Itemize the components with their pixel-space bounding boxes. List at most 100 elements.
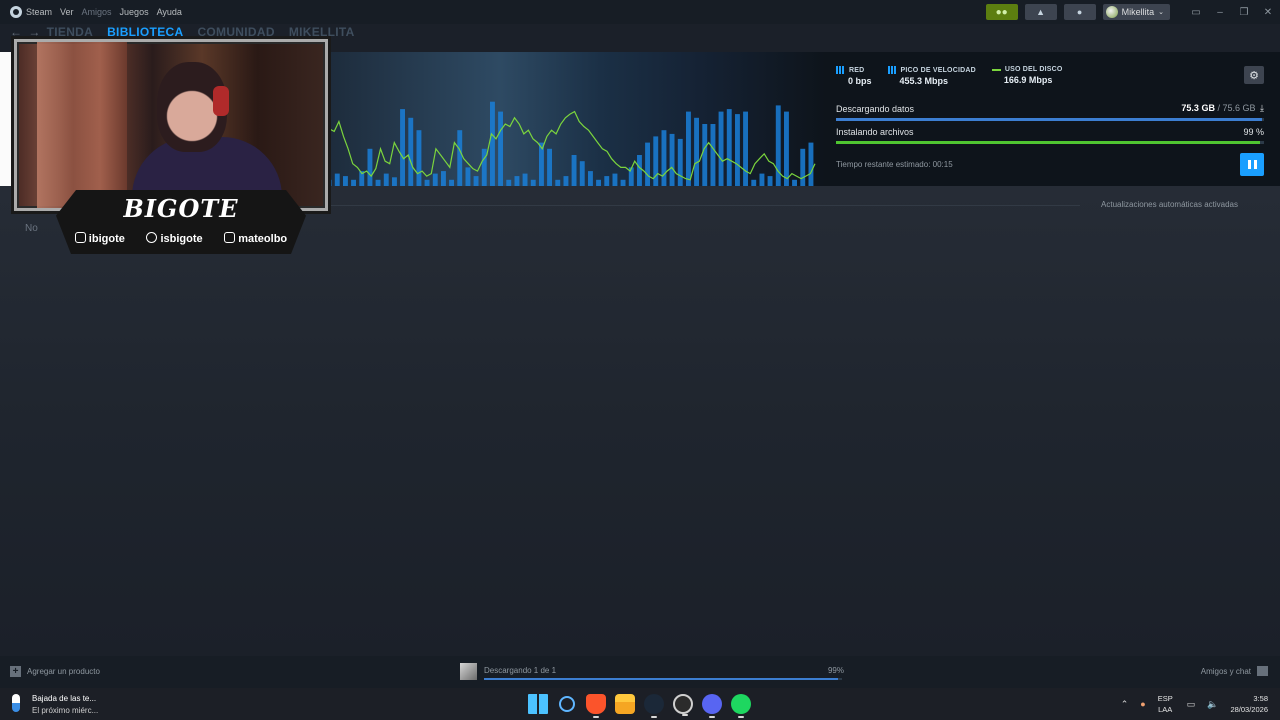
add-product-button[interactable]: + Agregar un producto xyxy=(10,666,100,677)
network-bar xyxy=(571,155,577,186)
microphone-icon[interactable]: ● xyxy=(1140,699,1145,709)
network-bar xyxy=(726,109,732,186)
minimize-icon[interactable]: – xyxy=(1208,7,1232,18)
stat-network: RED 0 bps xyxy=(836,66,872,86)
network-bar xyxy=(416,130,422,186)
announcements-button[interactable]: ▲ xyxy=(1024,4,1057,20)
network-bar xyxy=(465,167,471,186)
time-remaining: Tiempo restante estimado: 00:15 xyxy=(836,160,953,169)
downloading-percent: 99% xyxy=(827,666,844,675)
add-product-label: Agregar un producto xyxy=(27,667,100,676)
username: Mikellita xyxy=(1121,7,1155,17)
clock[interactable]: 3:58 28/03/2026 xyxy=(1230,693,1268,715)
network-bar xyxy=(718,111,724,186)
steam-icon[interactable] xyxy=(644,694,664,718)
download-progress-fill xyxy=(836,118,1263,121)
instagram-icon xyxy=(224,232,236,243)
chat-icon xyxy=(1257,666,1268,676)
download-progress-track xyxy=(836,118,1264,121)
menu-ayuda[interactable]: Ayuda xyxy=(157,7,182,17)
network-bar xyxy=(637,155,642,186)
plus-icon: + xyxy=(10,666,21,677)
network-bar xyxy=(694,117,699,186)
chevron-up-icon[interactable]: ⌃ xyxy=(1121,699,1129,710)
tab-profile[interactable]: MIKELLITA xyxy=(289,25,355,39)
network-bar xyxy=(392,177,397,186)
big-picture-icon[interactable]: ▭ xyxy=(1184,7,1208,18)
section-text: No xyxy=(25,223,38,234)
display-icon[interactable]: ▭ xyxy=(1187,699,1196,710)
search-icon[interactable] xyxy=(559,696,575,712)
forward-arrow-icon[interactable]: → xyxy=(28,25,40,39)
network-bar xyxy=(490,101,495,186)
social-twitch: ibigote xyxy=(74,232,125,245)
tab-tienda[interactable]: TIENDA xyxy=(47,25,93,39)
install-progress-fill xyxy=(836,141,1260,144)
network-bar xyxy=(441,171,446,186)
bars-legend-icon xyxy=(887,66,896,74)
network-bar xyxy=(343,176,348,186)
back-arrow-icon[interactable]: ← xyxy=(10,25,22,39)
brave-icon[interactable] xyxy=(586,694,606,718)
maximize-icon[interactable]: ❐ xyxy=(1232,7,1256,18)
menu-bar-right: ●● ▲ ● Mikellita ⌄ ▭ – ❐ ✕ xyxy=(985,0,1280,24)
steam-logo-icon[interactable] xyxy=(10,6,22,18)
network-bar xyxy=(604,176,610,186)
network-bar xyxy=(677,138,683,186)
language-indicator[interactable]: ESP LAA xyxy=(1158,693,1173,715)
pause-icon xyxy=(1247,160,1251,169)
menu-juegos[interactable]: Juegos xyxy=(120,7,149,17)
network-bar xyxy=(432,173,438,186)
network-bar xyxy=(457,130,463,186)
close-icon[interactable]: ✕ xyxy=(1256,7,1280,18)
menu-amigos[interactable]: Amigos xyxy=(82,7,112,17)
library-content: Actualizaciones automáticas activadas No xyxy=(0,186,1280,656)
weather-widget[interactable]: Bajada de las te... El próximo miérc... xyxy=(12,694,98,715)
network-bar xyxy=(710,124,716,186)
disk-usage-line xyxy=(325,110,816,181)
friends-chat-button[interactable]: Amigos y chat xyxy=(1201,666,1268,676)
discord-icon[interactable] xyxy=(702,694,722,718)
language-top: ESP xyxy=(1157,694,1173,703)
stat-value: 455.3 Mbps xyxy=(899,76,949,86)
taskbar-apps xyxy=(528,694,760,718)
network-bar xyxy=(808,142,814,186)
install-percent: 99 % xyxy=(1243,127,1264,137)
menu-ver[interactable]: Ver xyxy=(60,7,74,17)
network-bar xyxy=(498,111,503,186)
friends-chat-label: Amigos y chat xyxy=(1200,666,1251,676)
chevron-down-icon: ⌄ xyxy=(1158,9,1164,16)
windows-icon[interactable] xyxy=(528,694,548,714)
install-progress-track xyxy=(836,141,1264,144)
divider xyxy=(290,205,1080,206)
downloading-label: Descargando 1 de 1 xyxy=(484,666,557,675)
obs-icon[interactable] xyxy=(673,694,693,716)
pause-button[interactable] xyxy=(1240,153,1264,176)
install-progress-row: Instalando archivos 99 % xyxy=(836,127,1264,144)
notifications-button[interactable]: ● xyxy=(1063,4,1096,20)
user-menu[interactable]: Mikellita ⌄ xyxy=(1102,4,1170,20)
spotify-icon[interactable] xyxy=(731,694,751,718)
network-bar xyxy=(612,173,618,186)
network-bar xyxy=(588,171,593,186)
download-size: 75.3 GB / 75.6 GB ⤓ xyxy=(1181,103,1264,114)
network-bar xyxy=(547,148,552,186)
tab-biblioteca[interactable]: BIBLIOTECA xyxy=(107,25,183,39)
file-explorer-icon[interactable] xyxy=(615,694,635,714)
windows-taskbar: Bajada de las te... El próximo miérc... … xyxy=(0,688,1280,720)
stat-label: PICO DE VELOCIDAD xyxy=(900,66,976,74)
friends-button[interactable]: ●● xyxy=(985,4,1018,20)
social-handles: ibigote isbigote mateolbo xyxy=(64,232,298,245)
network-bar xyxy=(702,124,708,186)
stat-peak: PICO DE VELOCIDAD 455.3 Mbps xyxy=(887,66,976,86)
menu-steam[interactable]: Steam xyxy=(26,7,52,17)
language-bottom: LAA xyxy=(1158,705,1173,714)
network-bar xyxy=(334,173,340,186)
steam-status-bar: + Agregar un producto Descargando 1 de 1… xyxy=(0,656,1280,688)
download-settings-button[interactable]: ⚙ xyxy=(1244,66,1264,84)
network-bar xyxy=(759,173,765,186)
auto-updates-label[interactable]: Actualizaciones automáticas activadas xyxy=(1101,200,1238,209)
network-bar xyxy=(473,176,479,186)
volume-icon[interactable]: 🔈 xyxy=(1207,699,1218,710)
tab-comunidad[interactable]: COMUNIDAD xyxy=(197,25,274,39)
